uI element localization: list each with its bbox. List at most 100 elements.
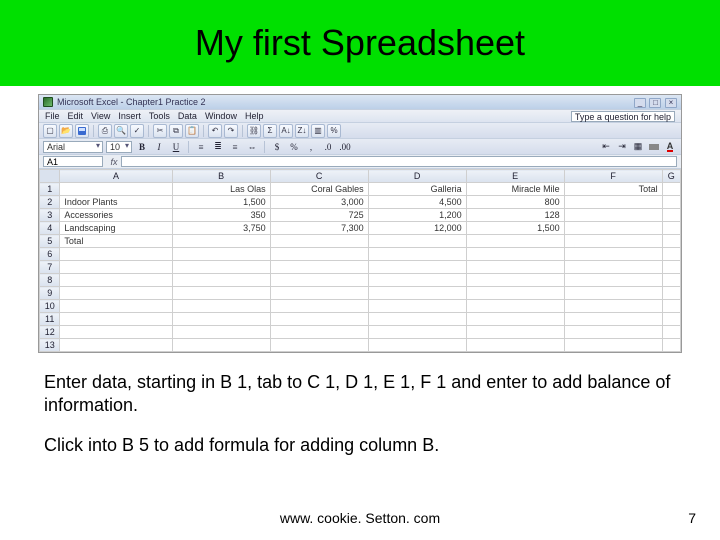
row-header[interactable]: 2 [40,196,60,209]
cell[interactable] [270,261,368,274]
print-icon[interactable]: ⎙ [98,124,112,138]
cell[interactable]: Total [60,235,172,248]
open-icon[interactable]: 📂 [59,124,73,138]
cell[interactable] [60,248,172,261]
row-header[interactable]: 7 [40,261,60,274]
col-header-B[interactable]: B [172,170,270,183]
menu-help[interactable]: Help [245,111,264,121]
cell[interactable]: 3,000 [270,196,368,209]
undo-icon[interactable]: ↶ [208,124,222,138]
cell[interactable] [172,313,270,326]
cell[interactable] [662,248,680,261]
fill-color-icon[interactable] [647,140,661,154]
cell[interactable] [466,261,564,274]
underline-button[interactable]: U [169,140,183,154]
cell[interactable] [60,274,172,287]
cell[interactable] [662,261,680,274]
merge-center-icon[interactable]: ⇔ [245,140,259,154]
cell[interactable] [172,326,270,339]
formula-input[interactable] [121,156,677,167]
fx-icon[interactable]: fx [107,157,121,167]
cell[interactable] [270,313,368,326]
cell[interactable] [662,313,680,326]
cell[interactable]: Coral Gables [270,183,368,196]
redo-icon[interactable]: ↷ [224,124,238,138]
help-search-box[interactable]: Type a question for help [571,111,675,122]
cell[interactable] [662,196,680,209]
cell[interactable] [662,183,680,196]
paste-icon[interactable]: 📋 [185,124,199,138]
decrease-indent-icon[interactable]: ⇤ [599,140,613,154]
row-header[interactable]: 1 [40,183,60,196]
cell[interactable] [662,222,680,235]
increase-decimal-icon[interactable]: .0 [321,140,335,154]
cut-icon[interactable]: ✂ [153,124,167,138]
cell[interactable]: Indoor Plants [60,196,172,209]
cell[interactable] [368,261,466,274]
currency-icon[interactable]: $ [270,140,284,154]
cell[interactable] [564,248,662,261]
cell[interactable] [172,235,270,248]
cell[interactable] [564,196,662,209]
cell[interactable] [564,339,662,352]
col-header-F[interactable]: F [564,170,662,183]
cell[interactable]: 1,500 [466,222,564,235]
cell[interactable] [60,313,172,326]
cell[interactable] [466,274,564,287]
autosum-icon[interactable]: Σ [263,124,277,138]
row-header[interactable]: 9 [40,287,60,300]
cell[interactable] [270,300,368,313]
print-preview-icon[interactable]: 🔍 [114,124,128,138]
cell[interactable] [368,300,466,313]
cell[interactable]: 1,200 [368,209,466,222]
sort-desc-icon[interactable]: Z↓ [295,124,309,138]
percent-icon[interactable]: % [287,140,301,154]
cell[interactable] [172,287,270,300]
cell[interactable] [466,235,564,248]
cell[interactable] [60,300,172,313]
cell[interactable] [564,300,662,313]
cell[interactable] [466,287,564,300]
menu-data[interactable]: Data [178,111,197,121]
cell[interactable] [466,300,564,313]
chart-icon[interactable]: ▥ [311,124,325,138]
cell[interactable] [466,326,564,339]
cell[interactable] [368,313,466,326]
align-center-icon[interactable]: ≣ [211,140,225,154]
close-icon[interactable]: × [665,98,677,108]
zoom-icon[interactable]: % [327,124,341,138]
decrease-decimal-icon[interactable]: .00 [338,140,352,154]
cell[interactable]: Total [564,183,662,196]
copy-icon[interactable]: ⧉ [169,124,183,138]
row-header[interactable]: 4 [40,222,60,235]
row-header[interactable]: 11 [40,313,60,326]
sort-asc-icon[interactable]: A↓ [279,124,293,138]
cell[interactable] [662,274,680,287]
cell[interactable]: Galleria [368,183,466,196]
cell[interactable] [662,209,680,222]
font-name-box[interactable]: Arial [43,141,103,153]
menu-insert[interactable]: Insert [118,111,141,121]
cell[interactable] [270,287,368,300]
cell[interactable] [662,339,680,352]
cell[interactable] [662,287,680,300]
cell[interactable] [60,261,172,274]
cell[interactable] [270,248,368,261]
cell[interactable]: 4,500 [368,196,466,209]
cell[interactable] [662,300,680,313]
cell[interactable]: 12,000 [368,222,466,235]
cell[interactable] [564,313,662,326]
menu-window[interactable]: Window [205,111,237,121]
cell[interactable]: 7,300 [270,222,368,235]
cell[interactable] [466,339,564,352]
cell[interactable]: 1,500 [172,196,270,209]
select-all-corner[interactable] [40,170,60,183]
cell[interactable] [60,183,172,196]
row-header[interactable]: 6 [40,248,60,261]
col-header-E[interactable]: E [466,170,564,183]
col-header-C[interactable]: C [270,170,368,183]
cell[interactable] [60,326,172,339]
col-header-A[interactable]: A [60,170,172,183]
cell[interactable]: Miracle Mile [466,183,564,196]
new-icon[interactable]: ▢ [43,124,57,138]
